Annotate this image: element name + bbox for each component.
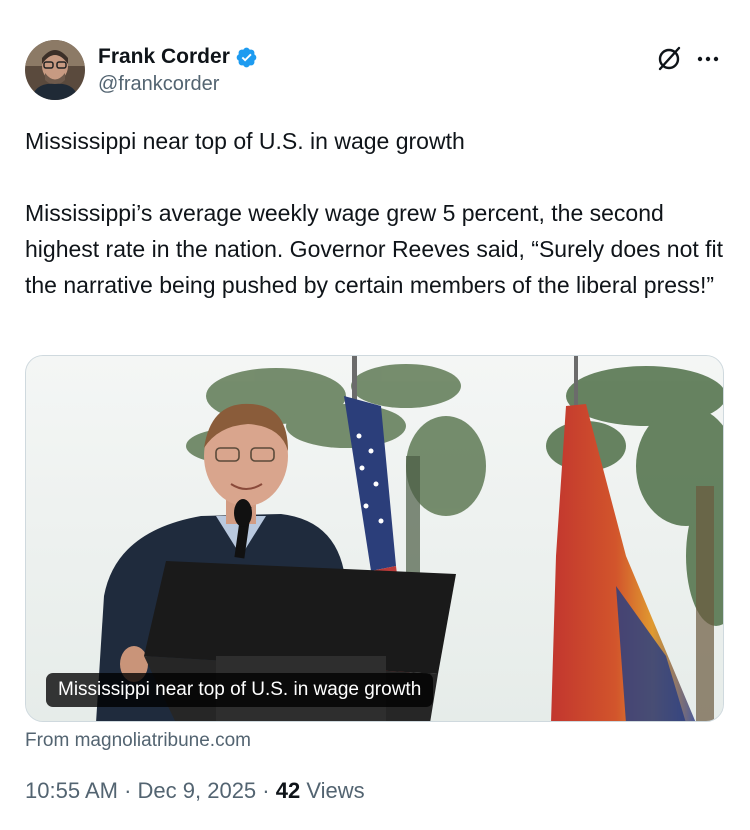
link-card[interactable]: Mississippi near top of U.S. in wage gro… (25, 355, 724, 722)
tweet-text: Mississippi near top of U.S. in wage gro… (25, 123, 725, 303)
tweet-time[interactable]: 10:55 AM (25, 778, 118, 803)
meta-separator: · (262, 778, 270, 803)
display-name[interactable]: Frank Corder (98, 45, 230, 69)
card-caption: Mississippi near top of U.S. in wage gro… (46, 673, 434, 707)
avatar-image (25, 40, 85, 100)
tweet-meta: 10:55 AM · Dec 9, 2025 · 42 Views (25, 778, 365, 804)
author-handle[interactable]: @frankcorder (98, 73, 258, 96)
grok-icon[interactable] (655, 44, 683, 72)
card-source-link[interactable]: From magnoliatribune.com (25, 730, 251, 752)
meta-separator: · (124, 778, 132, 803)
more-options-icon[interactable] (693, 44, 723, 72)
card-image (26, 356, 723, 721)
views-count[interactable]: 42 (276, 778, 300, 803)
tweet-header: Frank Corder @frankcorder (25, 40, 725, 102)
verified-badge-icon[interactable] (235, 46, 258, 69)
avatar[interactable] (25, 40, 85, 100)
tweet-headline: Mississippi near top of U.S. in wage gro… (25, 128, 465, 154)
tweet-date[interactable]: Dec 9, 2025 (138, 778, 257, 803)
author-info: Frank Corder @frankcorder (98, 44, 258, 96)
tweet-body: Mississippi’s average weekly wage grew 5… (25, 200, 724, 298)
name-row: Frank Corder (98, 44, 258, 70)
views-label: Views (306, 778, 365, 803)
